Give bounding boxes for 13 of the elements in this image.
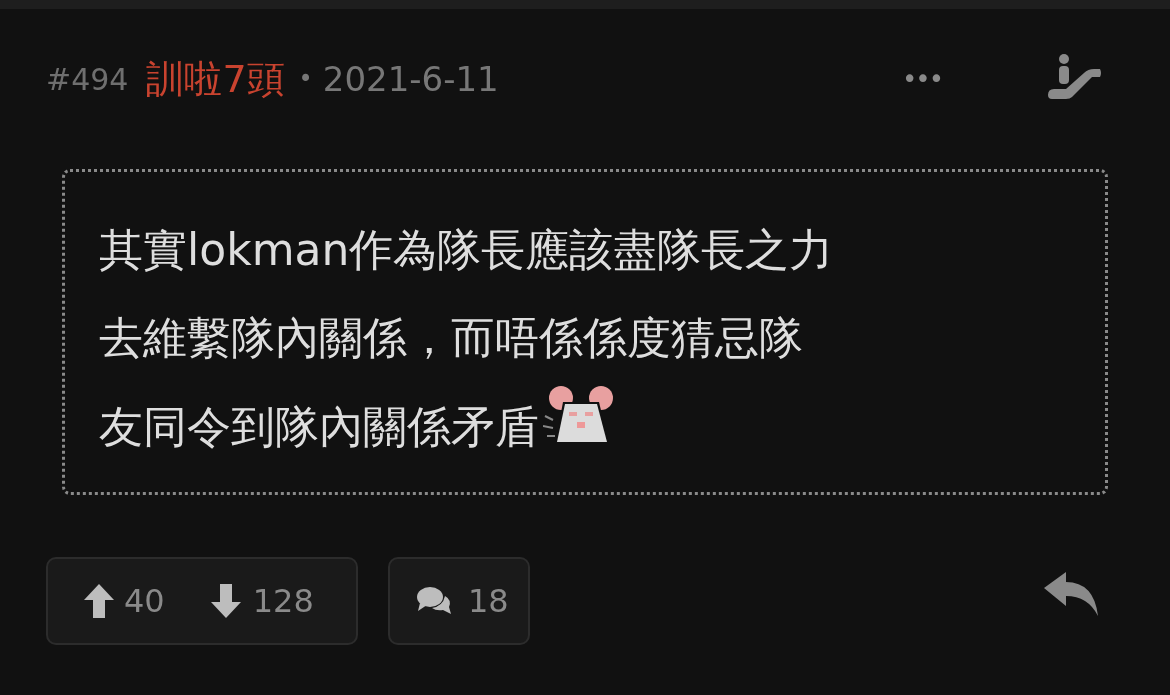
more-button[interactable]: ••• xyxy=(902,59,942,99)
down-arrow-icon xyxy=(210,584,241,618)
up-arrow-icon xyxy=(84,584,114,618)
separator-dot: • xyxy=(298,64,313,95)
chat-bubbles-icon xyxy=(416,585,452,617)
comments-button[interactable]: 18 xyxy=(388,557,530,645)
post-date: 2021-6-11 xyxy=(322,57,499,101)
downvote-button[interactable]: 128 xyxy=(210,577,314,625)
upvote-button[interactable]: 40 xyxy=(84,577,165,625)
reply-icon[interactable] xyxy=(1044,572,1098,616)
post-body: 其實lokman作為隊長應該盡隊長之力 去維繫隊內關係，而唔係係度猜忌隊 友同令到隊內關係矛盾 xyxy=(99,223,835,454)
author-name[interactable]: 訓啦7頭 xyxy=(146,50,285,108)
post-number: #494 xyxy=(46,60,129,99)
